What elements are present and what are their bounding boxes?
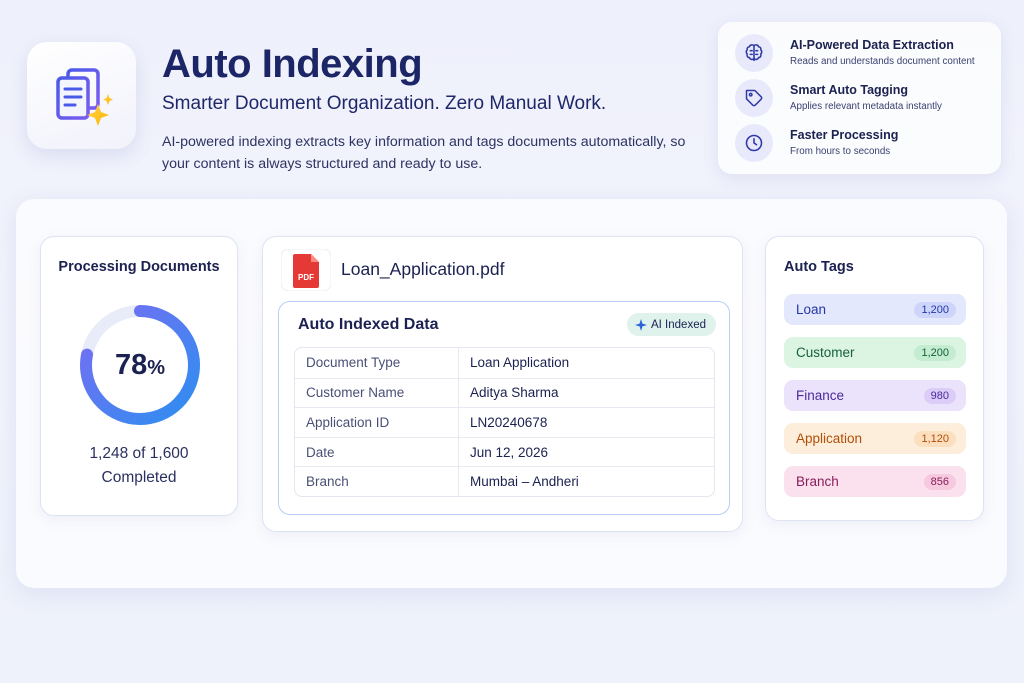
tag-icon <box>735 79 773 117</box>
tag-label: Application <box>796 431 863 446</box>
indexed-data-table: Document Type Loan Application Customer … <box>294 347 715 497</box>
field-key: Application ID <box>295 408 459 437</box>
page-description: AI-powered indexing extracts key informa… <box>162 134 686 172</box>
page-subtitle: Smarter Document Organization. Zero Manu… <box>162 93 607 114</box>
tag-loan[interactable]: Loan 1,200 <box>784 294 966 325</box>
sparkle-icon <box>635 318 647 331</box>
indexed-data-panel: Auto Indexed Data AI Indexed Document Ty… <box>278 301 730 515</box>
field-value: Aditya Sharma <box>470 385 559 401</box>
progress-percent-value: 78 <box>114 348 148 381</box>
field-key: Branch <box>295 467 459 496</box>
feature-item-data-extraction: AI-Powered Data Extraction Reads and und… <box>735 34 987 79</box>
feature-item-faster-processing: Faster Processing From hours to seconds <box>735 124 987 169</box>
ai-indexed-label: AI Indexed <box>651 318 706 331</box>
progress-percent-unit: % <box>147 356 166 379</box>
auto-tags-title: Auto Tags <box>784 259 854 275</box>
feature-description: Applies relevant metadata instantly <box>790 101 942 112</box>
tag-label: Finance <box>796 388 845 403</box>
tag-count: 1,120 <box>914 430 956 447</box>
field-value: Loan Application <box>470 355 570 371</box>
field-key: Document Type <box>295 348 459 378</box>
document-card: PDF Loan_Application.pdf Auto Indexed Da… <box>262 236 743 532</box>
feature-description: From hours to seconds <box>790 146 891 157</box>
features-panel: AI-Powered Data Extraction Reads and und… <box>718 22 1001 174</box>
page-title: Auto Indexing <box>162 42 423 86</box>
tag-count: 980 <box>923 387 956 404</box>
tag-label: Customer <box>796 345 855 360</box>
field-key: Customer Name <box>295 378 459 408</box>
field-value: Jun 12, 2026 <box>470 444 549 460</box>
pdf-file-icon: PDF <box>281 249 331 291</box>
tag-count: 1,200 <box>914 344 956 361</box>
table-row: Date Jun 12, 2026 <box>295 436 714 467</box>
feature-title: AI-Powered Data Extraction <box>790 38 954 52</box>
tag-count: 856 <box>923 473 956 490</box>
processing-title: Processing Documents <box>58 259 220 275</box>
progress-percent: 78% <box>78 303 202 427</box>
ai-indexed-badge: AI Indexed <box>627 313 716 336</box>
tag-finance[interactable]: Finance 980 <box>784 380 966 411</box>
tag-count: 1,200 <box>914 301 956 318</box>
document-filename[interactable]: Loan_Application.pdf <box>341 259 504 280</box>
brain-icon <box>735 34 773 72</box>
documents-sparkle-icon <box>55 67 113 126</box>
field-value: LN20240678 <box>470 414 548 430</box>
app-logo <box>27 42 136 149</box>
indexed-data-title: Auto Indexed Data <box>298 316 439 333</box>
field-value: Mumbai – Andheri <box>470 474 579 490</box>
tag-label: Loan <box>796 302 827 317</box>
tag-label: Branch <box>796 474 839 489</box>
feature-description: Reads and understands document content <box>790 56 975 67</box>
feature-item-auto-tagging: Smart Auto Tagging Applies relevant meta… <box>735 79 987 124</box>
clock-icon <box>735 124 773 162</box>
feature-title: Faster Processing <box>790 128 899 142</box>
auto-tags-card: Auto Tags Loan 1,200 Customer 1,200 Fina… <box>765 236 984 521</box>
pdf-icon-label: PDF <box>298 273 314 282</box>
field-key: Date <box>295 437 459 467</box>
processing-card: Processing Documents 78% 1,248 of 1,600 … <box>40 236 238 516</box>
tag-customer[interactable]: Customer 1,200 <box>784 337 966 368</box>
feature-title: Smart Auto Tagging <box>790 83 909 97</box>
table-row: Branch Mumbai – Andheri <box>295 466 714 496</box>
processing-status: Completed <box>101 469 177 486</box>
table-row: Application ID LN20240678 <box>295 407 714 437</box>
processing-count: 1,248 of 1,600 <box>89 445 189 462</box>
tag-application[interactable]: Application 1,120 <box>784 423 966 454</box>
table-row: Customer Name Aditya Sharma <box>295 377 714 408</box>
tag-branch[interactable]: Branch 856 <box>784 466 966 497</box>
table-row: Document Type Loan Application <box>295 348 714 378</box>
